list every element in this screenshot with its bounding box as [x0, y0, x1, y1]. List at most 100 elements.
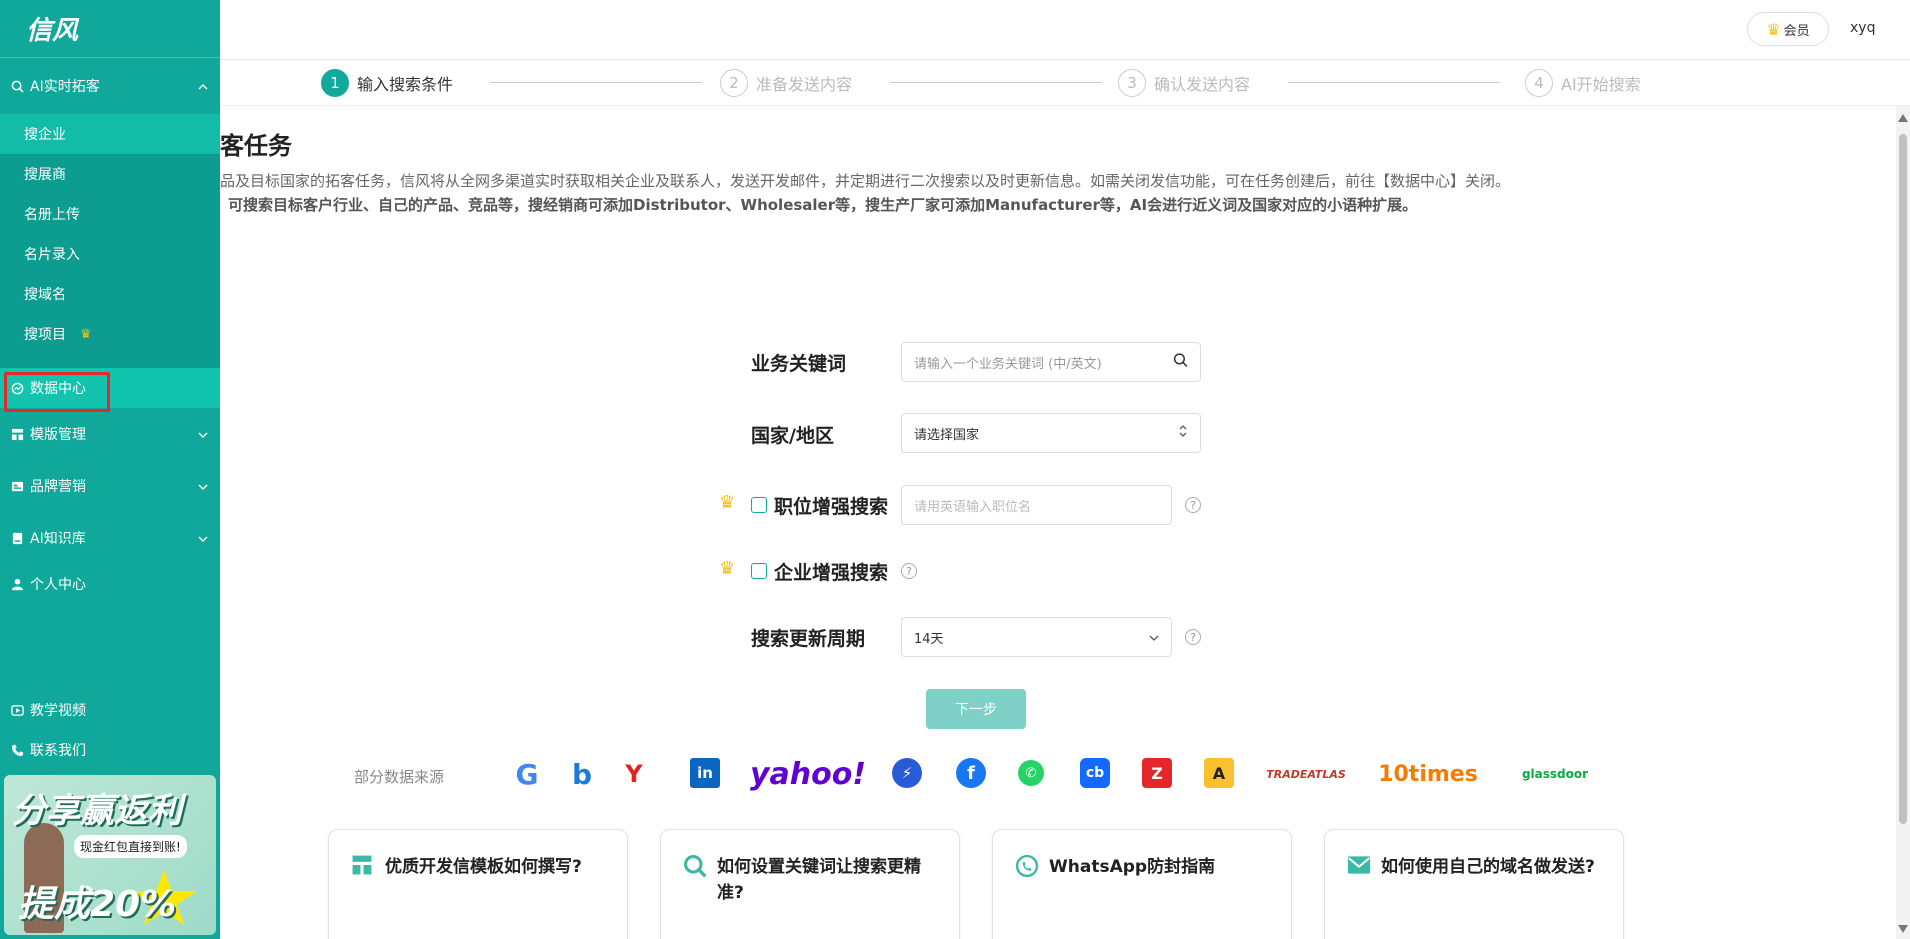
- main-content: 客任务 品及目标国家的拓客任务，信风将从全网多渠道实时获取相关企业及联系人，发送…: [220, 106, 1890, 939]
- sidebar-item-card-entry[interactable]: 名片录入: [0, 234, 220, 274]
- help-icon[interactable]: ?: [1185, 629, 1201, 645]
- chevron-down-icon: [1149, 629, 1159, 645]
- sidebar-item-search-company[interactable]: 搜企业: [0, 114, 220, 154]
- step-progress: 1 输入搜索条件 2 准备发送内容 3 确认发送内容 4 AI开始搜索: [220, 60, 1910, 106]
- menu-personal-center[interactable]: 个人中心: [0, 564, 220, 604]
- search-icon: [10, 79, 24, 93]
- country-label: 国家/地区: [751, 425, 834, 447]
- bing-logo-icon: b: [571, 757, 593, 791]
- help-card-template[interactable]: 优质开发信模板如何撰写?: [328, 829, 628, 939]
- sidebar-item-search-project[interactable]: 搜项目 ♛: [0, 314, 220, 354]
- template-icon: [351, 854, 375, 878]
- google-logo-icon: G: [515, 757, 539, 791]
- company-enhance-label: 企业增强搜索: [774, 562, 889, 584]
- phone-icon: [10, 743, 24, 757]
- menu-ai-prospecting[interactable]: AI实时拓客: [0, 58, 220, 114]
- whatsapp-logo-icon: ✆: [1018, 760, 1044, 786]
- menu-knowledge-base-label: AI知识库: [30, 531, 86, 547]
- help-card-domain[interactable]: 如何使用自己的域名做发送?: [1324, 829, 1624, 939]
- menu-personal-center-label: 个人中心: [30, 577, 86, 593]
- vertical-scrollbar[interactable]: [1896, 106, 1910, 939]
- position-placeholder: 请用英语输入职位名: [914, 499, 1032, 515]
- menu-tutorial[interactable]: 教学视频: [0, 690, 220, 730]
- menu-brand-marketing[interactable]: 品牌营销: [0, 460, 220, 512]
- step-1: 1 输入搜索条件: [321, 69, 453, 97]
- help-icon[interactable]: ?: [901, 563, 917, 579]
- step-label: 输入搜索条件: [357, 75, 454, 94]
- menu-knowledge-base[interactable]: AI知识库: [0, 512, 220, 564]
- sidebar-bottom: 教学视频 联系我们: [0, 690, 220, 770]
- ai-prospecting-submenu: 搜企业 搜展商 名册上传 名片录入 搜域名 搜项目 ♛: [0, 114, 220, 368]
- highlight-annotation-box: [4, 372, 110, 412]
- vip-button[interactable]: ♛ 会员: [1747, 12, 1829, 46]
- search-icon: [683, 854, 707, 878]
- keyword-input[interactable]: 请输入一个业务关键词 (中/英文): [901, 342, 1201, 382]
- keyword-placeholder: 请输入一个业务关键词 (中/英文): [914, 356, 1102, 372]
- search-icon[interactable]: [1173, 353, 1188, 372]
- crown-icon: ♛: [719, 558, 736, 579]
- menu-contact[interactable]: 联系我们: [0, 730, 220, 770]
- rocket-logo-icon: ⚡: [892, 758, 922, 788]
- yahoo-logo-icon: yahoo!: [749, 756, 867, 792]
- scroll-down-arrow[interactable]: [1898, 925, 1908, 933]
- sidebar-item-search-domain[interactable]: 搜域名: [0, 274, 220, 314]
- banner-title: 分享赢返利: [12, 791, 182, 831]
- linkedin-logo-icon: in: [690, 758, 720, 788]
- help-card-whatsapp[interactable]: WhatsApp防封指南: [992, 829, 1292, 939]
- help-icon[interactable]: ?: [1185, 497, 1201, 513]
- cycle-select[interactable]: 14天: [901, 617, 1172, 657]
- vip-label: 会员: [1783, 23, 1810, 39]
- help-card-keywords[interactable]: 如何设置关键词让搜索更精准?: [660, 829, 960, 939]
- referral-banner[interactable]: 分享赢返利 现金红包直接到账! 提成20%: [4, 775, 216, 935]
- company-enhance-checkbox[interactable]: [751, 563, 767, 579]
- next-step-button[interactable]: 下一步: [926, 689, 1026, 729]
- yandex-logo-icon: Y: [625, 760, 643, 788]
- video-icon: [10, 703, 24, 717]
- step-4: 4 AI开始搜索: [1525, 69, 1641, 97]
- card-title: 如何设置关键词让搜索更精准?: [717, 857, 921, 903]
- 10times-logo-icon: 10times: [1378, 761, 1478, 787]
- sidebar-item-search-exhibitor[interactable]: 搜展商: [0, 154, 220, 194]
- app-logo[interactable]: 信风: [0, 0, 220, 58]
- banner-subtitle: 现金红包直接到账!: [74, 835, 187, 858]
- country-value: 请选择国家: [914, 427, 980, 443]
- page-description: 品及目标国家的拓客任务，信风将从全网多渠道实时获取相关企业及联系人，发送开发邮件…: [220, 172, 1511, 190]
- data-sources-label: 部分数据来源: [354, 768, 445, 786]
- chevron-down-icon: [198, 427, 208, 441]
- keyword-label: 业务关键词: [751, 353, 847, 375]
- username[interactable]: xyq: [1850, 20, 1875, 36]
- sidebar: 信风 AI实时拓客 搜企业 搜展商 名册上传 名片录入 搜域名 搜项目 ♛ 数据…: [0, 0, 220, 939]
- menu-ai-prospecting-label: AI实时拓客: [30, 79, 100, 95]
- crown-icon: ♛: [80, 326, 92, 342]
- whatsapp-icon: [1015, 854, 1039, 878]
- scroll-thumb[interactable]: [1899, 134, 1907, 824]
- sidebar-item-roster-upload[interactable]: 名册上传: [0, 194, 220, 234]
- step-number: 2: [720, 69, 748, 97]
- step-number: 4: [1525, 69, 1553, 97]
- position-input[interactable]: 请用英语输入职位名: [901, 485, 1172, 525]
- step-number: 3: [1118, 69, 1146, 97]
- card-title: 如何使用自己的域名做发送?: [1381, 857, 1595, 877]
- zhaopin-logo-icon: Z: [1142, 758, 1172, 788]
- country-select[interactable]: 请选择国家: [901, 413, 1201, 453]
- position-enhance-checkbox[interactable]: [751, 497, 767, 513]
- position-enhance-label: 职位增强搜索: [774, 496, 889, 518]
- cycle-label: 搜索更新周期: [751, 628, 866, 650]
- mail-icon: [1347, 854, 1371, 878]
- cycle-value: 14天: [914, 631, 944, 647]
- banner-commission: 提成20%: [18, 884, 177, 925]
- menu-brand-marketing-label: 品牌营销: [30, 479, 86, 495]
- menu-tutorial-label: 教学视频: [30, 703, 86, 719]
- top-header: ♛ 会员 xyq: [220, 0, 1910, 60]
- crunchbase-logo-icon: cb: [1080, 758, 1110, 788]
- crown-icon: ♛: [719, 492, 736, 513]
- menu-template-mgmt[interactable]: 模版管理: [0, 408, 220, 460]
- step-label: 确认发送内容: [1154, 75, 1251, 94]
- user-icon: [10, 577, 24, 591]
- step-label: 准备发送内容: [756, 75, 853, 94]
- chevron-down-icon: [198, 479, 208, 493]
- chevron-down-icon: [198, 531, 208, 545]
- facebook-logo-icon: f: [956, 758, 986, 788]
- submenu-spacer: [0, 354, 220, 368]
- scroll-up-arrow[interactable]: [1898, 114, 1908, 122]
